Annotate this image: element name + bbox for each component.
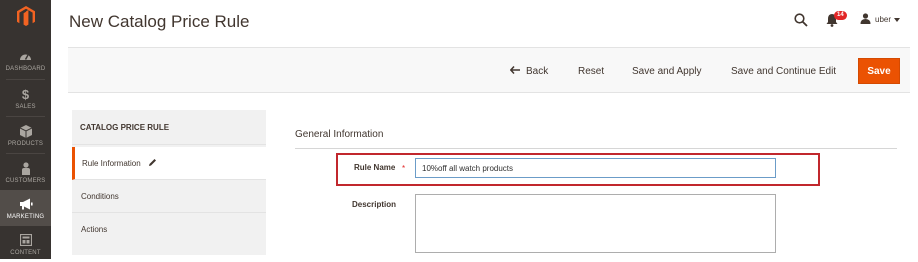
person-icon — [21, 160, 31, 176]
tab-conditions[interactable]: Conditions — [72, 180, 266, 213]
arrow-left-icon — [509, 65, 520, 77]
nav-item-products[interactable]: PRODUCTS — [0, 117, 51, 153]
rule-name-label: Rule Name — [354, 163, 396, 172]
nav-item-label: CUSTOMERS — [5, 178, 46, 184]
tab-label: Conditions — [81, 191, 119, 201]
save-and-apply-button[interactable]: Save and Apply — [632, 48, 702, 94]
nav-item-marketing[interactable]: MARKETING — [0, 190, 51, 226]
notification-count-badge: 14 — [834, 11, 847, 20]
chevron-down-icon — [894, 15, 901, 24]
save-and-continue-button[interactable]: Save and Continue Edit — [731, 48, 836, 94]
nav-item-label: CONTENT — [10, 250, 41, 256]
user-icon — [860, 13, 871, 26]
nav-item-label: PRODUCTS — [7, 141, 44, 147]
page-title: New Catalog Price Rule — [69, 12, 250, 31]
nav-item-label: MARKETING — [6, 214, 45, 220]
tab-label: Actions — [81, 225, 108, 234]
tabs-title: CATALOG PRICE RULE — [72, 110, 266, 145]
page-actions-bar: Back Reset Save and Apply Save and Conti… — [68, 47, 910, 93]
rule-name-input[interactable] — [415, 158, 776, 178]
reset-button[interactable]: Reset — [578, 48, 604, 94]
layout-icon — [19, 232, 32, 248]
save-button[interactable]: Save — [858, 58, 900, 84]
nav-item-content[interactable]: CONTENT — [0, 226, 51, 262]
section-divider — [295, 148, 897, 149]
tab-actions[interactable]: Actions — [72, 213, 266, 246]
required-marker: * — [402, 164, 406, 173]
pencil-icon — [148, 158, 157, 169]
section-title: General Information — [295, 129, 384, 140]
nav-item-customers[interactable]: CUSTOMERS — [0, 154, 51, 190]
search-icon[interactable] — [794, 13, 808, 32]
user-menu[interactable]: uber — [860, 13, 901, 26]
megaphone-icon — [19, 196, 33, 212]
rule-tabs: CATALOG PRICE RULE Rule Information Cond… — [72, 110, 266, 255]
tab-label: Rule Information — [82, 158, 141, 168]
nav-item-label: SALES — [15, 104, 36, 110]
description-textarea[interactable] — [415, 194, 776, 253]
description-label: Description — [352, 200, 397, 209]
nav-item-label: DASHBOARD — [5, 66, 46, 72]
dashboard-icon — [19, 48, 32, 64]
admin-sidebar: DASHBOARD $ SALES PRODUCTS CUSTOMERS MAR… — [0, 0, 51, 259]
cube-icon — [19, 123, 32, 139]
nav-item-dashboard[interactable]: DASHBOARD — [0, 42, 51, 78]
nav-item-sales[interactable]: $ SALES — [0, 80, 51, 116]
magento-logo-icon[interactable] — [0, 0, 51, 32]
back-button[interactable]: Back — [509, 48, 549, 94]
user-name: uber — [875, 15, 892, 24]
dollar-icon: $ — [21, 86, 30, 102]
back-button-label: Back — [526, 65, 549, 77]
tab-rule-information[interactable]: Rule Information — [72, 147, 266, 180]
